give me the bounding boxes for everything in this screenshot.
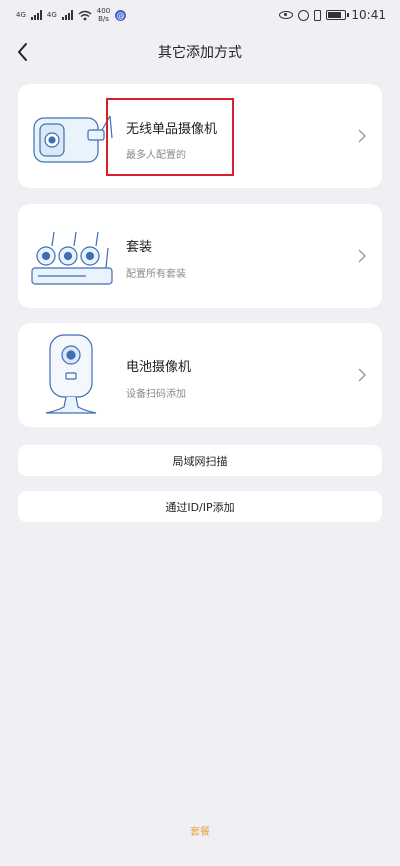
battery-camera-illustration (45, 334, 97, 414)
lan-scan-button[interactable]: 局域网扫描 (18, 445, 382, 476)
battery-icon (326, 10, 350, 20)
option-card-kit[interactable]: 套装 配置所有套装 (18, 204, 382, 308)
status-bar: 4G 4G 400 B/s @ 10:41 (0, 0, 400, 30)
option-title: 套装 (126, 240, 153, 255)
option-subtitle: 最多人配置的 (126, 150, 186, 161)
clock: 10:41 (351, 8, 386, 22)
status-left: 4G 4G 400 B/s @ (16, 7, 127, 23)
option-card-battery-camera[interactable]: 电池摄像机 设备扫码添加 (18, 323, 382, 427)
camera-kit-illustration (31, 231, 113, 285)
nav-bar: 其它添加方式 (0, 30, 400, 74)
page-title: 其它添加方式 (158, 45, 242, 61)
signal-icon-2 (61, 10, 73, 20)
bullet-camera-illustration (33, 115, 113, 163)
network-speed: 400 B/s (97, 7, 110, 23)
app-notification-icon: @ (115, 9, 127, 21)
signal-icon-1 (30, 10, 42, 20)
add-by-id-ip-button[interactable]: 通过ID/IP添加 (18, 491, 382, 522)
status-right: 10:41 (279, 8, 386, 22)
chevron-right-icon (358, 368, 366, 382)
network-type-label-2: 4G (46, 10, 57, 19)
chevron-right-icon (358, 129, 366, 143)
speed-value: 400 (96, 7, 111, 15)
eye-comfort-icon (279, 11, 294, 19)
option-subtitle: 设备扫码添加 (126, 389, 186, 400)
speed-unit: B/s (98, 15, 109, 23)
footer-link[interactable]: 套餐 (0, 823, 400, 838)
option-subtitle: 配置所有套装 (126, 269, 186, 280)
alarm-icon (298, 9, 310, 21)
option-card-wireless-camera[interactable]: 无线单品摄像机 最多人配置的 (18, 84, 382, 188)
chevron-right-icon (358, 249, 366, 263)
network-type-label-1: 4G (16, 10, 26, 19)
selection-highlight-box (106, 98, 234, 176)
option-title: 电池摄像机 (126, 360, 192, 375)
option-title: 无线单品摄像机 (126, 122, 218, 137)
wifi-icon (78, 10, 92, 20)
vibrate-icon (314, 9, 322, 21)
